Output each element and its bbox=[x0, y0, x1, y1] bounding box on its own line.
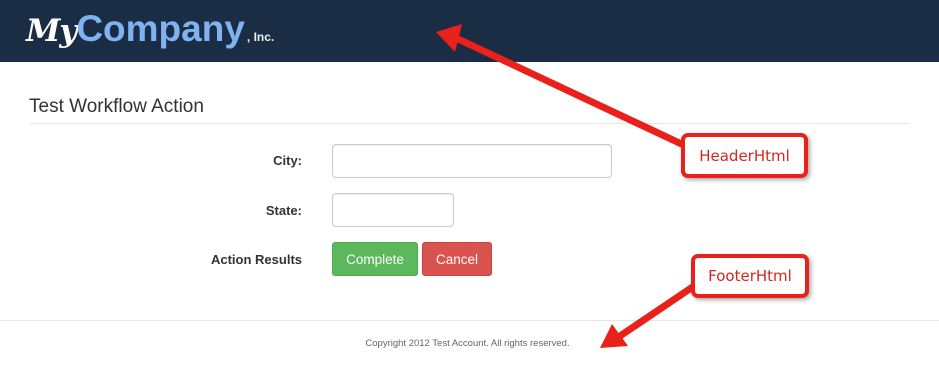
header-arrow-head bbox=[436, 24, 462, 52]
footer-arrow-shaft bbox=[616, 278, 704, 340]
header-html-callout: HeaderHtml bbox=[681, 133, 808, 178]
header-arrow-shaft bbox=[452, 34, 694, 152]
annotation-arrows bbox=[436, 24, 704, 348]
footer-html-callout: FooterHtml bbox=[691, 254, 809, 298]
